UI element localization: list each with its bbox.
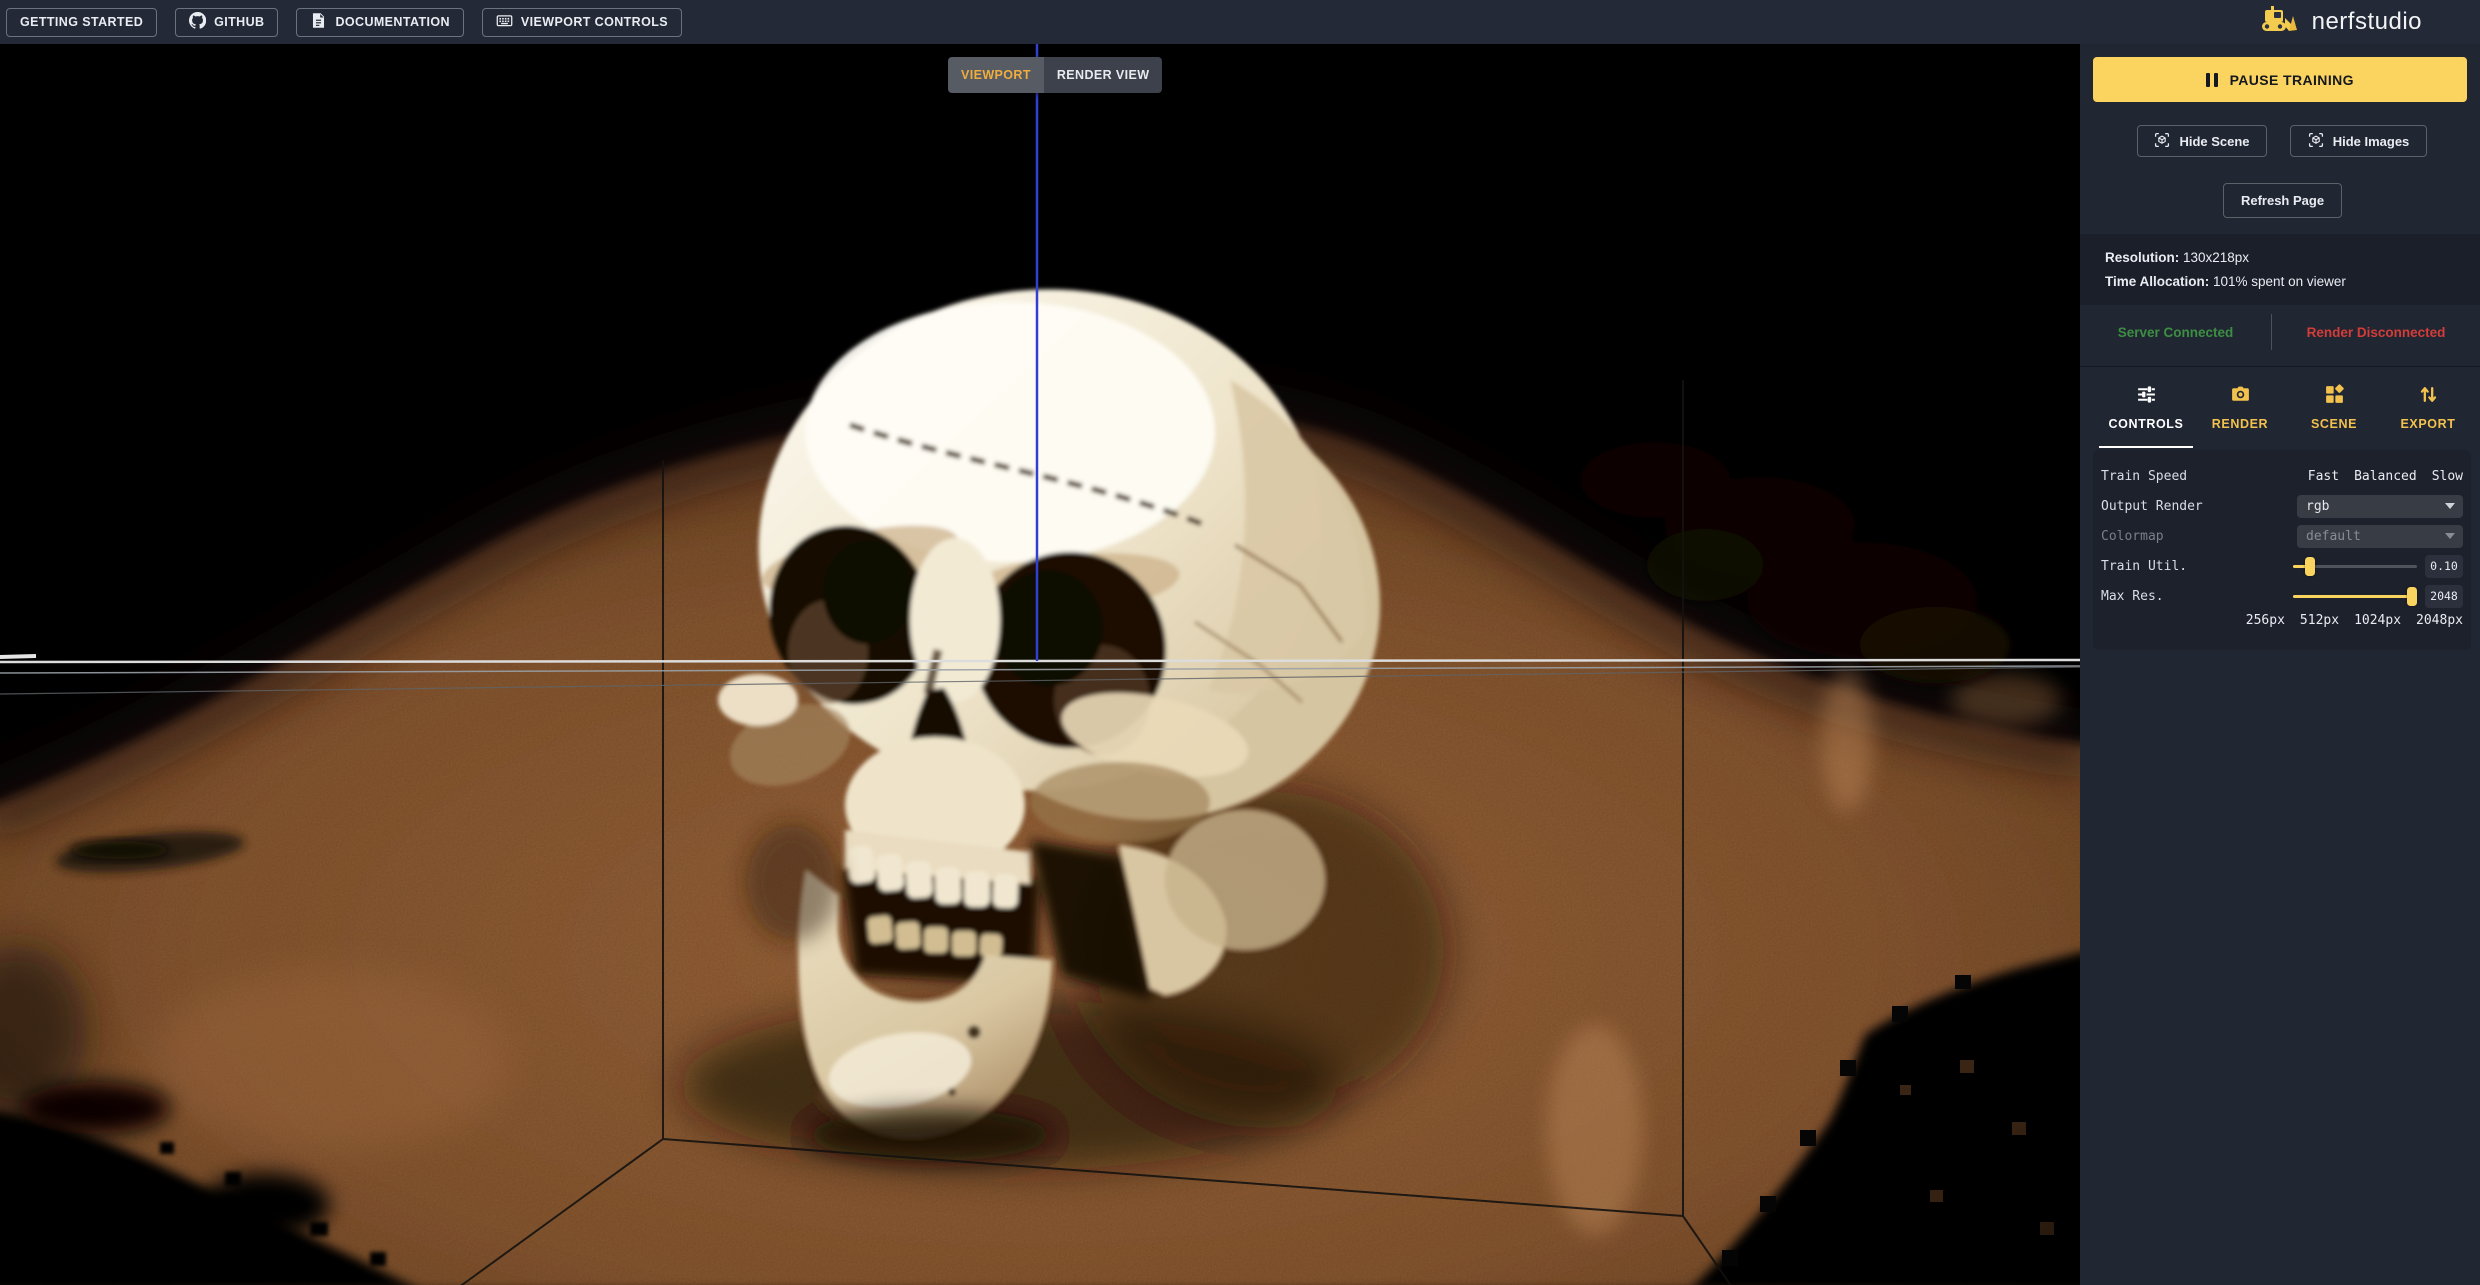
viewport-controls-label: VIEWPORT CONTROLS bbox=[521, 15, 668, 29]
res-preset-512-button[interactable]: 512px bbox=[2300, 613, 2339, 628]
server-status-badge: Server Connected bbox=[2080, 325, 2271, 340]
time-allocation-label: Time Allocation: bbox=[2105, 274, 2209, 289]
max-res-row: Max Res. 2048 bbox=[2101, 581, 2463, 611]
getting-started-label: GETTING STARTED bbox=[20, 15, 143, 29]
scene-grid-icon bbox=[2324, 384, 2345, 410]
time-allocation-line: Time Allocation: 101% spent on viewer bbox=[2105, 270, 2480, 294]
colormap-select: default bbox=[2297, 525, 2463, 548]
getting-started-button[interactable]: GETTING STARTED bbox=[6, 8, 157, 37]
res-preset-2048-button[interactable]: 2048px bbox=[2416, 613, 2463, 628]
sidebar-tabs: CONTROLS RENDER SCENE EXPORT bbox=[2099, 374, 2475, 440]
images-cube-icon bbox=[2308, 132, 2324, 151]
chevron-down-icon bbox=[2445, 533, 2455, 539]
res-preset-256-button[interactable]: 256px bbox=[2246, 613, 2285, 628]
tab-scene[interactable]: SCENE bbox=[2287, 374, 2381, 440]
res-preset-row: 256px 512px 1024px 2048px bbox=[2101, 613, 2463, 628]
tab-scene-label: SCENE bbox=[2311, 417, 2357, 431]
resolution-line: Resolution: 130x218px bbox=[2105, 246, 2480, 270]
max-res-label: Max Res. bbox=[2101, 589, 2293, 604]
hide-images-button[interactable]: Hide Images bbox=[2290, 125, 2427, 157]
refresh-page-label: Refresh Page bbox=[2241, 193, 2324, 208]
documentation-label: DOCUMENTATION bbox=[335, 15, 449, 29]
tab-controls-label: CONTROLS bbox=[2109, 417, 2184, 431]
3d-viewport-canvas[interactable] bbox=[0, 44, 2080, 1285]
colormap-value: default bbox=[2306, 529, 2361, 544]
pause-training-label: PAUSE TRAINING bbox=[2230, 72, 2354, 88]
refresh-page-button[interactable]: Refresh Page bbox=[2223, 183, 2342, 218]
vignette-overlay bbox=[0, 44, 2080, 1285]
view-mode-toggle: VIEWPORT RENDER VIEW bbox=[948, 57, 1162, 93]
time-allocation-value: 101% spent on viewer bbox=[2209, 274, 2346, 289]
train-util-slider[interactable] bbox=[2293, 555, 2417, 578]
hide-scene-button[interactable]: Hide Scene bbox=[2137, 125, 2267, 157]
github-label: GITHUB bbox=[214, 15, 264, 29]
train-speed-label: Train Speed bbox=[2101, 469, 2308, 484]
train-util-row: Train Util. 0.10 bbox=[2101, 551, 2463, 581]
documentation-button[interactable]: DOCUMENTATION bbox=[296, 8, 463, 37]
connection-status-row: Server Connected Render Disconnected bbox=[2080, 310, 2480, 354]
tab-export[interactable]: EXPORT bbox=[2381, 374, 2475, 440]
slider-fill bbox=[2293, 595, 2417, 598]
output-render-select[interactable]: rgb bbox=[2297, 495, 2463, 518]
render-stats-block: Resolution: 130x218px Time Allocation: 1… bbox=[2080, 234, 2480, 305]
resolution-label: Resolution: bbox=[2105, 250, 2179, 265]
chevron-down-icon bbox=[2445, 503, 2455, 509]
train-util-value: 0.10 bbox=[2425, 555, 2463, 578]
res-preset-1024-button[interactable]: 1024px bbox=[2354, 613, 2401, 628]
tab-viewport[interactable]: VIEWPORT bbox=[948, 57, 1044, 93]
max-res-slider[interactable] bbox=[2293, 585, 2417, 608]
train-speed-slow-button[interactable]: Slow bbox=[2432, 469, 2463, 484]
tab-viewport-label: VIEWPORT bbox=[961, 68, 1031, 82]
colormap-row: Colormap default bbox=[2101, 521, 2463, 551]
train-speed-fast-button[interactable]: Fast bbox=[2308, 469, 2339, 484]
tab-controls[interactable]: CONTROLS bbox=[2099, 374, 2193, 440]
github-button[interactable]: GITHUB bbox=[175, 8, 278, 37]
train-util-label: Train Util. bbox=[2101, 559, 2293, 574]
hide-images-label: Hide Images bbox=[2333, 134, 2410, 149]
camera-icon bbox=[2230, 384, 2251, 410]
viewport-controls-button[interactable]: VIEWPORT CONTROLS bbox=[482, 8, 682, 37]
controls-panel: Train Speed Fast Balanced Slow Output Re… bbox=[2093, 450, 2471, 650]
resolution-value: 130x218px bbox=[2179, 250, 2249, 265]
top-bar-buttons: GETTING STARTED GITHUB DOCUMENTATION VIE… bbox=[6, 8, 682, 37]
tab-render-view-label: RENDER VIEW bbox=[1057, 68, 1150, 82]
viewport-3d[interactable]: VIEWPORT RENDER VIEW bbox=[0, 44, 2080, 1285]
colormap-label: Colormap bbox=[2101, 529, 2297, 544]
train-speed-balanced-button[interactable]: Balanced bbox=[2354, 469, 2417, 484]
render-status-badge: Render Disconnected bbox=[2272, 325, 2480, 340]
train-speed-row: Train Speed Fast Balanced Slow bbox=[2101, 461, 2463, 491]
output-render-label: Output Render bbox=[2101, 499, 2297, 514]
tab-export-label: EXPORT bbox=[2401, 417, 2456, 431]
keyboard-icon bbox=[496, 12, 513, 32]
hide-scene-label: Hide Scene bbox=[2179, 134, 2249, 149]
max-res-value: 2048 bbox=[2425, 585, 2463, 608]
tab-render-label: RENDER bbox=[2212, 417, 2268, 431]
scene-cube-icon bbox=[2154, 132, 2170, 151]
train-util-slider-handle[interactable] bbox=[2305, 557, 2315, 576]
tab-render[interactable]: RENDER bbox=[2193, 374, 2287, 440]
max-res-slider-handle[interactable] bbox=[2407, 587, 2417, 606]
tune-icon bbox=[2136, 384, 2157, 410]
nerfstudio-logo-text: nerfstudio bbox=[2312, 8, 2422, 36]
output-render-value: rgb bbox=[2306, 499, 2329, 514]
top-bar: GETTING STARTED GITHUB DOCUMENTATION VIE… bbox=[0, 0, 2480, 44]
tab-render-view[interactable]: RENDER VIEW bbox=[1044, 57, 1163, 93]
tabs-divider bbox=[2080, 366, 2480, 367]
github-icon bbox=[189, 12, 206, 32]
import-export-icon bbox=[2418, 384, 2439, 410]
sidebar: PAUSE TRAINING Hide Scene Hide Images Re… bbox=[2080, 44, 2480, 1285]
train-speed-options: Fast Balanced Slow bbox=[2308, 469, 2463, 484]
nerfstudio-logo: nerfstudio bbox=[2259, 0, 2422, 44]
bulldozer-icon bbox=[2259, 4, 2305, 41]
pause-icon bbox=[2206, 73, 2218, 87]
document-icon bbox=[310, 12, 327, 32]
pause-training-button[interactable]: PAUSE TRAINING bbox=[2093, 57, 2467, 102]
output-render-row: Output Render rgb bbox=[2101, 491, 2463, 521]
